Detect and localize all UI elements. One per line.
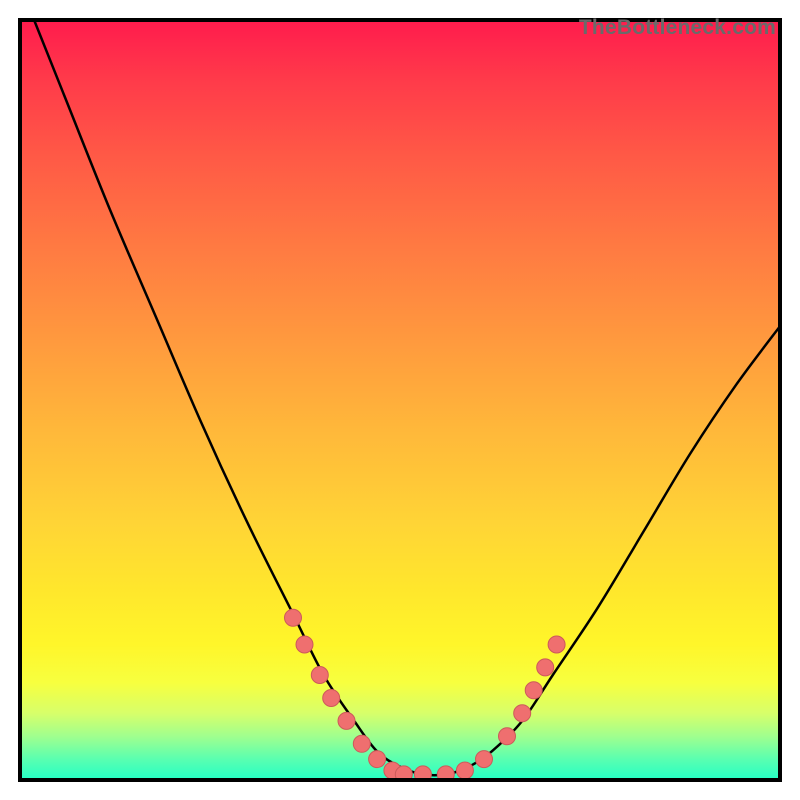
chart-frame: TheBottleneck.com: [18, 18, 782, 782]
watermark-text: TheBottleneck.com: [579, 16, 776, 40]
heatmap-gradient-background: [18, 18, 782, 782]
